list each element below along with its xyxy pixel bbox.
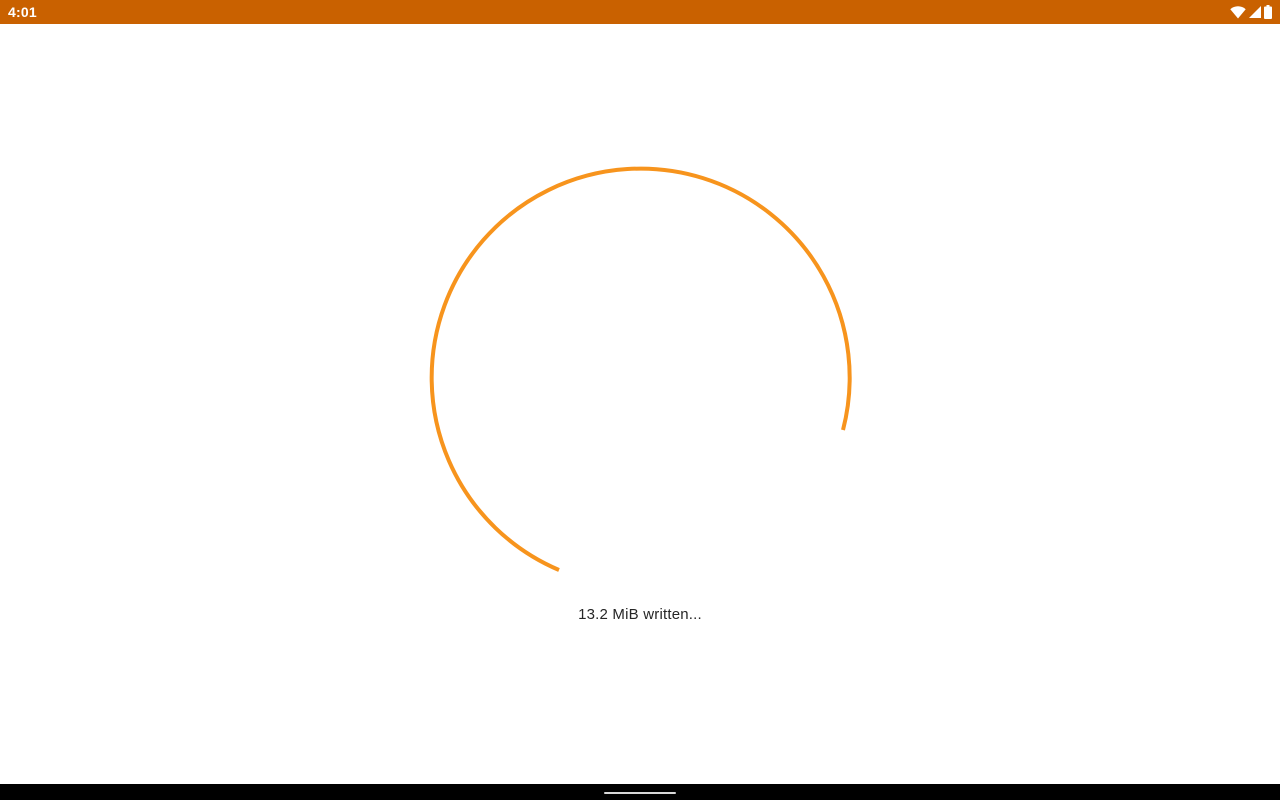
status-bar: 4:01 bbox=[0, 0, 1280, 24]
home-handle[interactable] bbox=[604, 792, 676, 794]
cellular-signal-icon bbox=[1249, 6, 1261, 18]
progress-label: 13.2 MiB written... bbox=[578, 606, 702, 623]
navigation-bar bbox=[0, 784, 1280, 800]
status-icons bbox=[1230, 4, 1272, 20]
app-screen: 4:01 13.2 MiB written... bbox=[0, 0, 1280, 800]
content-area: 13.2 MiB written... bbox=[0, 24, 1280, 784]
battery-icon bbox=[1264, 5, 1272, 19]
progress-spinner bbox=[429, 166, 852, 572]
progress-arc bbox=[429, 166, 852, 572]
status-time: 4:01 bbox=[8, 4, 37, 20]
wifi-icon bbox=[1230, 5, 1246, 19]
